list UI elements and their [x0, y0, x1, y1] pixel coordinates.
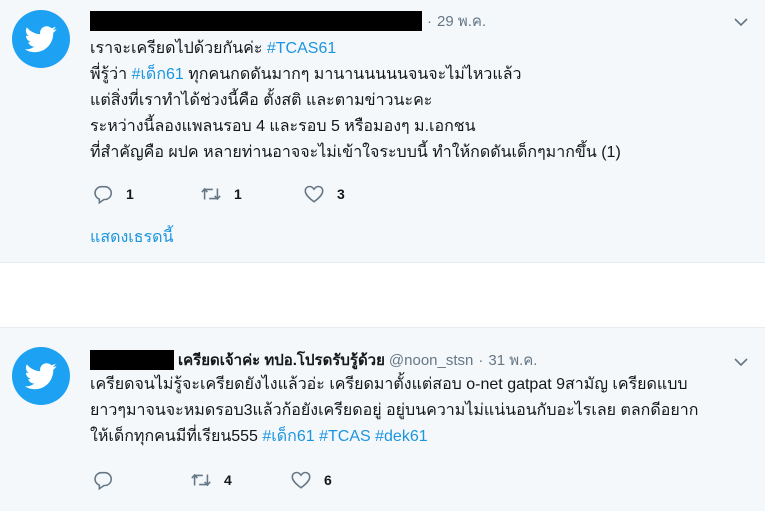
- tweet-timestamp[interactable]: 31 พ.ค.: [488, 348, 537, 372]
- tweet-header: เครียดเจ้าค่ะ ทปอ.โปรดรับรู้ด้วย @noon_s…: [90, 349, 537, 371]
- hashtag-link[interactable]: #เด็ก61: [262, 428, 314, 445]
- hashtag-link[interactable]: #dek61: [375, 428, 428, 445]
- tweet-text-segment: ยาวๆมาจนจะหมดรอบ3แล้วก้อยังเครียดอยู่ อย…: [90, 402, 699, 419]
- tweet-text-line: พี่รู้ว่า #เด็ก61 ทุกคนกดดันมากๆ มานานนน…: [90, 62, 747, 88]
- tweet-text-line: เราจะเครียดไปด้วยกันค่ะ #TCAS61: [90, 36, 747, 62]
- tweet-text-segment: พี่รู้ว่า: [90, 66, 132, 83]
- heart-icon: [304, 185, 324, 203]
- like-count: 3: [337, 186, 345, 202]
- tweet-text: เครียดจนไม่รู้จะเครียดยังไงแล้วอ่ะ เครีย…: [90, 372, 747, 450]
- heart-icon: [291, 471, 311, 489]
- chevron-down-icon[interactable]: [733, 14, 749, 30]
- tweet-text-line: ให้เด็กทุกคนมีที่เรียน555 #เด็ก61 #TCAS …: [90, 424, 747, 450]
- show-thread-link[interactable]: แสดงเธรดนี้: [90, 225, 173, 250]
- retweet-count: 1: [234, 186, 242, 202]
- retweet-button[interactable]: 4: [190, 469, 290, 491]
- tweet-actions: 4 6: [92, 469, 332, 491]
- retweet-button[interactable]: 1: [200, 183, 303, 205]
- twitter-bird-icon[interactable]: [12, 347, 70, 405]
- retweet-count: 4: [224, 472, 232, 488]
- chevron-down-icon[interactable]: [733, 354, 749, 370]
- tweet-text-line: ระหว่างนี้ลองแพลนรอบ 4 และรอบ 5 หรือมองๆ…: [90, 114, 747, 140]
- retweet-icon: [191, 473, 211, 487]
- tweet[interactable]: · 29 พ.ค. เราจะเครียดไปด้วยกันค่ะ #TCAS6…: [0, 0, 765, 263]
- tweet-timestamp[interactable]: 29 พ.ค.: [437, 9, 486, 33]
- retweet-icon: [201, 187, 221, 201]
- like-button[interactable]: 3: [303, 183, 345, 205]
- user-handle[interactable]: @noon_stsn: [389, 352, 473, 369]
- reply-button[interactable]: 1: [92, 183, 200, 205]
- redacted-author: [90, 350, 174, 370]
- twitter-bird-icon[interactable]: [12, 10, 70, 68]
- hashtag-link[interactable]: #TCAS: [319, 428, 371, 445]
- reply-icon: [94, 185, 113, 205]
- hashtag-link[interactable]: #TCAS61: [267, 40, 336, 57]
- tweet-text-segment: ที่สำคัญคือ ผปค หลายท่านอาจจะไม่เข้าใจระ…: [90, 144, 621, 161]
- display-name[interactable]: เครียดเจ้าค่ะ ทปอ.โปรดรับรู้ด้วย: [178, 348, 385, 372]
- tweet-text: เราจะเครียดไปด้วยกันค่ะ #TCAS61 พี่รู้ว่า…: [90, 36, 747, 166]
- redacted-author: [90, 11, 422, 31]
- timeline-gap: [0, 263, 765, 327]
- tweet-text-segment: ระหว่างนี้ลองแพลนรอบ 4 และรอบ 5 หรือมองๆ…: [90, 118, 476, 135]
- tweet-header: · 29 พ.ค.: [90, 10, 486, 32]
- hashtag-link[interactable]: #เด็ก61: [132, 66, 184, 83]
- reply-count: 1: [126, 186, 134, 202]
- tweet-text-segment: แต่สิ่งที่เราทำได้ช่วงนี้คือ ตั้งสติ และ…: [90, 92, 433, 109]
- tweet-text-line: แต่สิ่งที่เราทำได้ช่วงนี้คือ ตั้งสติ และ…: [90, 88, 747, 114]
- tweet-text-segment: ให้เด็กทุกคนมีที่เรียน555: [90, 428, 263, 445]
- tweet-actions: 1 1 3: [92, 183, 345, 205]
- separator-dot: ·: [427, 12, 432, 30]
- like-button[interactable]: 6: [290, 469, 332, 491]
- tweet-text-line: ยาวๆมาจนจะหมดรอบ3แล้วก้อยังเครียดอยู่ อย…: [90, 398, 747, 424]
- tweet-text-line: ที่สำคัญคือ ผปค หลายท่านอาจจะไม่เข้าใจระ…: [90, 140, 747, 166]
- tweet-text-segment: เครียดจนไม่รู้จะเครียดยังไงแล้วอ่ะ เครีย…: [90, 376, 688, 393]
- tweet-text-segment: ทุกคนกดดันมากๆ มานานนนนนจนจะไม่ไหวแล้ว: [183, 66, 522, 83]
- tweet-text-segment: เราจะเครียดไปด้วยกันค่ะ: [90, 40, 267, 57]
- like-count: 6: [324, 472, 332, 488]
- reply-button[interactable]: [92, 469, 190, 491]
- separator-dot: ·: [478, 351, 484, 369]
- tweet[interactable]: เครียดเจ้าค่ะ ทปอ.โปรดรับรู้ด้วย @noon_s…: [0, 327, 765, 511]
- reply-icon: [94, 471, 113, 491]
- tweet-text-line: เครียดจนไม่รู้จะเครียดยังไงแล้วอ่ะ เครีย…: [90, 372, 747, 398]
